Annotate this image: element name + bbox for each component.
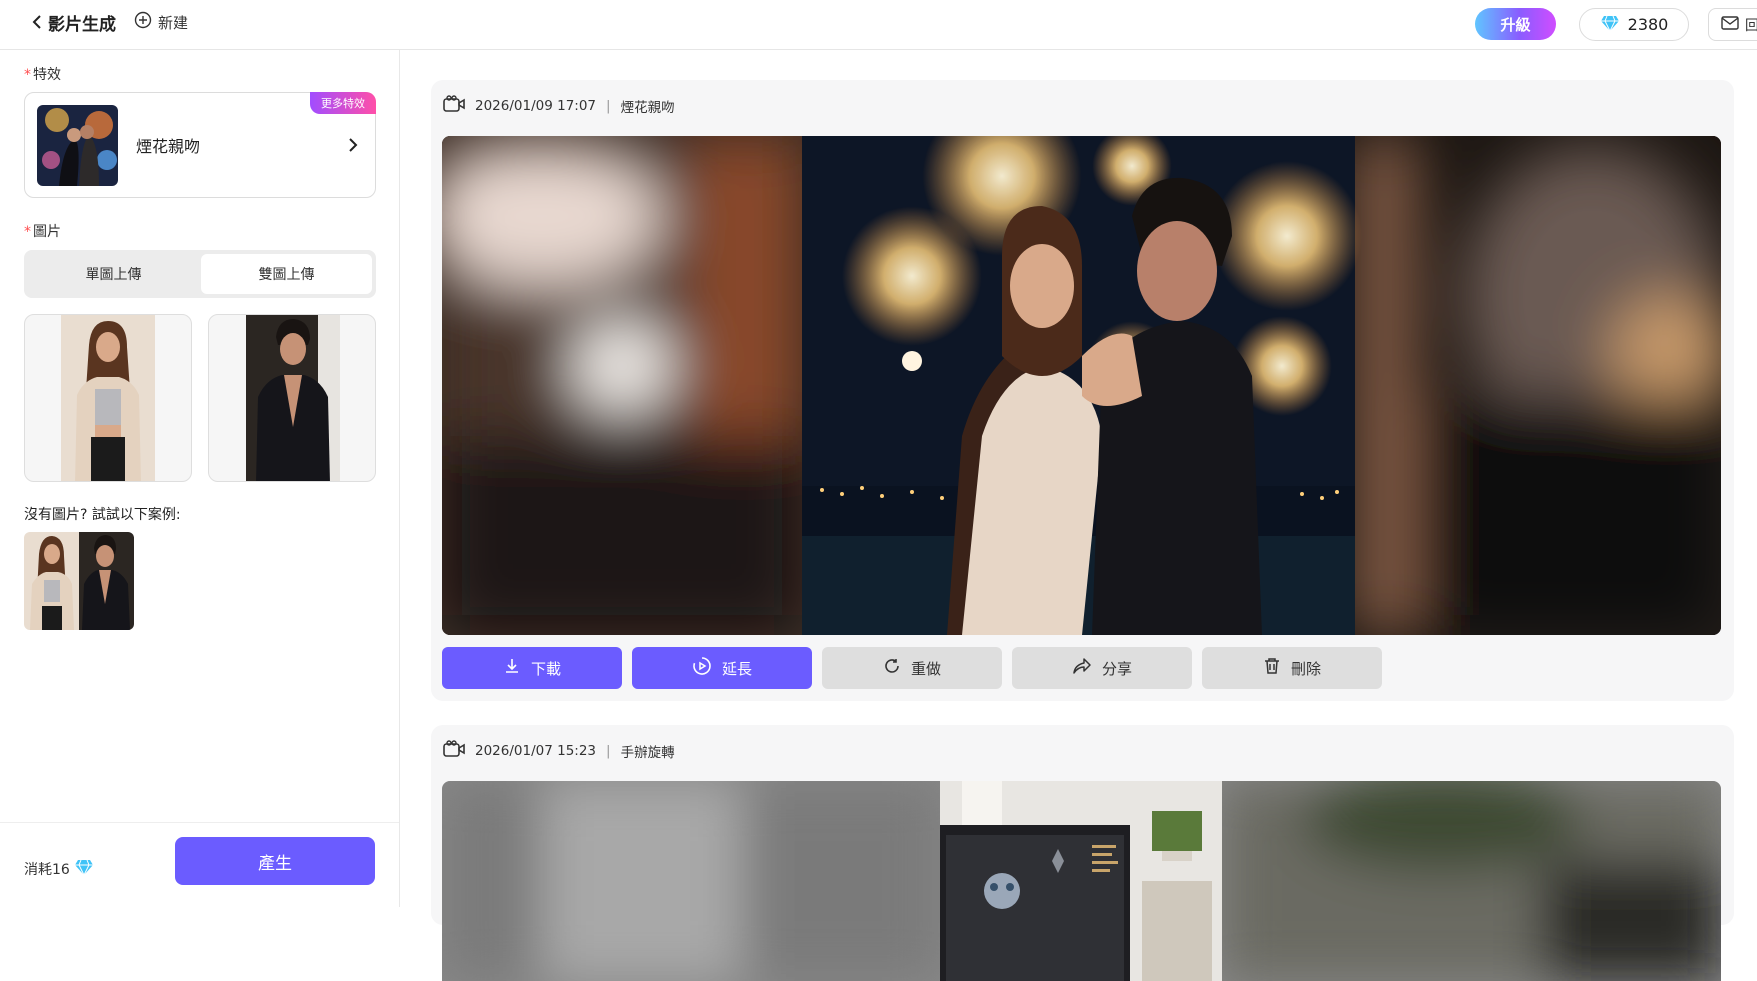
single-upload-tab[interactable]: 單圖上傳 — [28, 254, 199, 294]
result-timestamp: 2026/01/07 15:23 — [475, 743, 597, 759]
delete-button[interactable]: 刪除 — [1202, 647, 1382, 689]
extend-label: 延長 — [721, 659, 752, 678]
cost-indicator: 消耗16 — [24, 858, 94, 880]
redo-label: 重做 — [910, 659, 941, 678]
mail-icon — [1721, 15, 1739, 34]
cost-label: 消耗16 — [24, 862, 70, 878]
chevron-right-icon — [345, 135, 361, 155]
generated-video[interactable] — [442, 136, 1721, 635]
upgrade-button[interactable]: 升級 — [1475, 8, 1556, 40]
extend-play-icon — [692, 656, 712, 680]
example-prompt: 沒有圖片? 試試以下案例: — [24, 507, 181, 523]
example-case-thumbnail[interactable] — [24, 532, 134, 630]
effect-section-label: * 特效 — [24, 67, 61, 83]
redo-icon — [883, 657, 901, 679]
double-upload-tab[interactable]: 雙圖上傳 — [201, 254, 372, 294]
generate-button[interactable]: 產生 — [175, 837, 375, 885]
result-card: 2026/01/09 17:07 | 煙花親吻 下載 延長 重做 分享 刪除 — [431, 80, 1734, 701]
share-label: 分享 — [1101, 659, 1132, 678]
share-button[interactable]: 分享 — [1012, 647, 1192, 689]
share-icon — [1072, 657, 1092, 679]
page-title: 影片生成 — [48, 15, 116, 35]
delete-label: 刪除 — [1290, 659, 1321, 678]
upload-slot-2[interactable] — [208, 314, 376, 482]
image-section-label: * 圖片 — [24, 224, 61, 240]
download-button[interactable]: 下載 — [442, 647, 622, 689]
result-card-header: 2026/01/09 17:07 | 煙花親吻 — [443, 94, 675, 118]
new-label: 新建 — [158, 13, 189, 32]
upload-slot-1[interactable] — [24, 314, 192, 482]
sidebar-footer: 消耗16 產生 — [0, 822, 399, 907]
new-button[interactable]: 新建 — [134, 10, 188, 34]
result-actions: 下載 延長 重做 分享 刪除 — [442, 647, 1382, 689]
required-mark: * — [24, 67, 31, 83]
top-bar: 影片生成 新建 升級 2380 回 — [0, 0, 1757, 50]
sidebar: * 特效 煙花親吻 更多特效 * 圖片 單圖上傳 雙圖上傳 沒有圖片? 試試以下… — [0, 50, 400, 907]
result-card: 2026/01/07 15:23 | 手辦旋轉 — [431, 725, 1734, 981]
result-effect-name: 煙花親吻 — [620, 100, 675, 116]
trash-icon — [1263, 657, 1281, 679]
mail-label: 回 — [1745, 17, 1757, 34]
results-feed: 2026/01/09 17:07 | 煙花親吻 下載 延長 重做 分享 刪除 2… — [400, 50, 1757, 981]
extend-button[interactable]: 延長 — [632, 647, 812, 689]
download-icon — [503, 657, 521, 679]
effect-name: 煙花親吻 — [136, 137, 201, 156]
result-effect-name: 手辦旋轉 — [620, 745, 675, 761]
back-chevron-icon[interactable] — [26, 11, 48, 33]
mail-button[interactable]: 回 — [1708, 8, 1757, 41]
redo-button[interactable]: 重做 — [822, 647, 1002, 689]
diamond-icon — [1600, 14, 1620, 36]
uploaded-photo-man — [246, 315, 340, 481]
effect-selector[interactable]: 煙花親吻 更多特效 — [24, 92, 376, 198]
download-label: 下載 — [530, 659, 561, 678]
separator: | — [606, 98, 611, 114]
effect-thumbnail — [37, 105, 118, 186]
plus-circle-icon — [134, 11, 152, 33]
more-effects-badge[interactable]: 更多特效 — [310, 92, 376, 114]
required-mark: * — [24, 224, 31, 240]
result-timestamp: 2026/01/09 17:07 — [475, 98, 597, 114]
result-card-header: 2026/01/07 15:23 | 手辦旋轉 — [443, 739, 675, 763]
video-camera-icon — [443, 740, 465, 762]
diamond-icon — [74, 858, 94, 880]
video-camera-icon — [443, 95, 465, 117]
credits-display[interactable]: 2380 — [1579, 8, 1689, 41]
separator: | — [606, 743, 611, 759]
credits-count: 2380 — [1627, 15, 1669, 34]
upload-mode-toggle: 單圖上傳 雙圖上傳 — [24, 250, 376, 298]
generated-video[interactable] — [442, 781, 1721, 981]
uploaded-photo-woman — [61, 315, 155, 481]
